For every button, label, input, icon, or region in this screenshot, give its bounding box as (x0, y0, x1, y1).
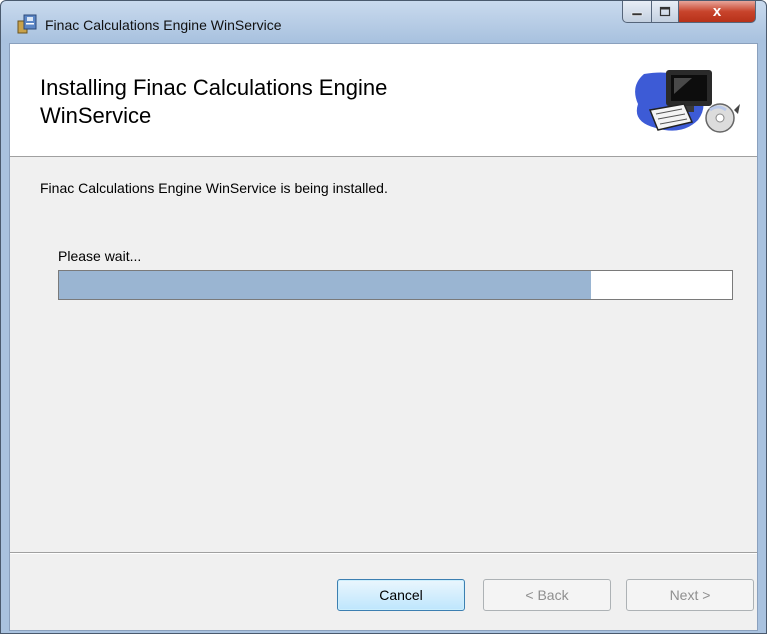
close-button[interactable]: x (678, 1, 756, 23)
progress-bar-fill (59, 271, 591, 299)
window-title: Finac Calculations Engine WinService (45, 17, 282, 33)
footer-divider (10, 552, 757, 554)
installer-body: Installing Finac Calculations Engine Win… (9, 43, 758, 631)
wait-label: Please wait... (58, 248, 142, 264)
minimize-icon (631, 12, 643, 16)
cancel-button[interactable]: Cancel (337, 579, 465, 611)
close-icon: x (712, 3, 722, 20)
page-title: Installing Finac Calculations Engine Win… (40, 75, 388, 128)
installer-app-icon (17, 14, 37, 34)
installer-window: Finac Calculations Engine WinService x I… (0, 0, 767, 634)
title-bar[interactable]: Finac Calculations Engine WinService x (1, 1, 766, 45)
back-button[interactable]: < Back (483, 579, 611, 611)
progress-bar (58, 270, 733, 300)
computer-setup-icon (635, 70, 740, 133)
minimize-button[interactable] (622, 1, 652, 23)
header-banner: Installing Finac Calculations Engine Win… (10, 44, 757, 157)
status-message: Finac Calculations Engine WinService is … (40, 180, 388, 196)
maximize-button[interactable] (651, 1, 679, 23)
next-button[interactable]: Next > (626, 579, 754, 611)
maximize-icon (659, 6, 671, 17)
